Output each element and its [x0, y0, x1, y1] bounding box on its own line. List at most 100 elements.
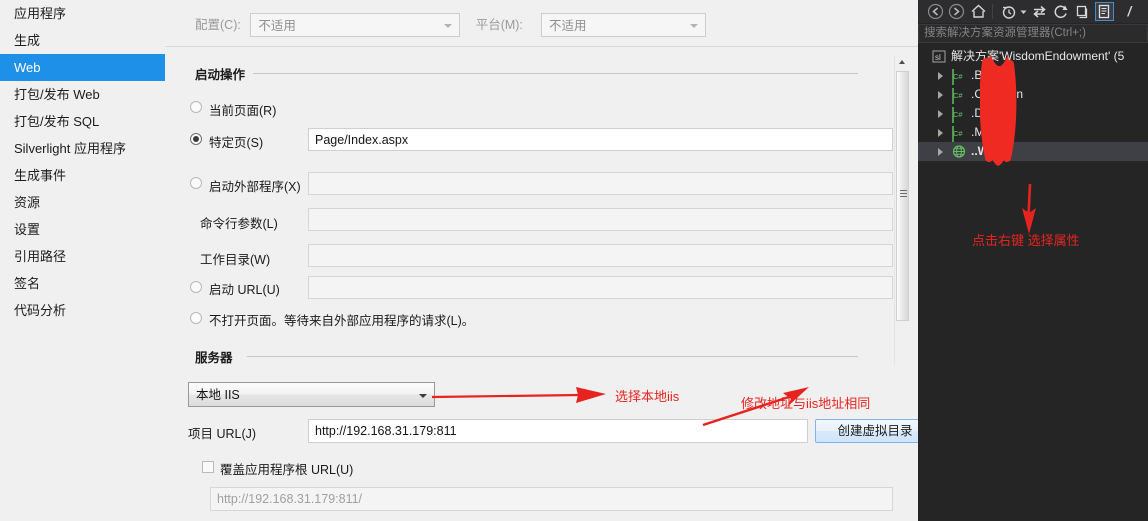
annotation-modify-address: 修改地址与iis地址相同 — [741, 396, 871, 411]
tree-node-web-label: ..Web — [971, 144, 1003, 158]
tree-node-web[interactable]: ..Web — [918, 142, 1148, 161]
specific-page-input[interactable]: Page/Index.aspx — [308, 128, 893, 151]
csharp-project-icon — [952, 125, 967, 142]
tree-node-model[interactable]: .Model — [918, 123, 1148, 142]
server-group-header: 服务器 — [195, 347, 894, 366]
sidebar-item-silverlight[interactable]: Silverlight 应用程序 — [0, 135, 165, 162]
platform-combobox[interactable]: 不适用 — [541, 13, 707, 37]
radio-dont-open-page-label: 不打开页面。等待来自外部应用程序的请求(L)。 — [209, 314, 475, 328]
solution-explorer-panel: 搜索解决方案资源管理器(Ctrl+;) sl 解决方案'WisdomEndowm… — [918, 0, 1148, 521]
radio-specific-page-label: 特定页(S) — [209, 136, 264, 150]
chevron-down-icon — [444, 24, 453, 28]
vertical-scrollbar[interactable] — [894, 55, 910, 365]
collapse-all-icon[interactable] — [1074, 3, 1091, 20]
home-icon[interactable] — [970, 3, 987, 20]
csharp-project-icon — [952, 87, 967, 104]
sidebar-item-build[interactable]: 生成 — [0, 27, 165, 54]
properties-icon[interactable] — [1095, 2, 1114, 21]
sidebar-item-reference-paths[interactable]: 引用路径 — [0, 243, 165, 270]
show-all-files-icon[interactable] — [1123, 3, 1140, 20]
configuration-value: 不适用 — [258, 19, 296, 33]
radio-external-program-label: 启动外部程序(X) — [209, 180, 301, 194]
create-virtual-directory-button[interactable]: 创建虚拟目录 — [815, 419, 935, 443]
annotation-select-local-iis: 选择本地iis — [615, 389, 680, 404]
sidebar-item-web[interactable]: Web — [0, 54, 174, 81]
chevron-right-icon[interactable] — [938, 110, 943, 118]
divider — [165, 46, 918, 47]
sidebar-item-signing[interactable]: 签名 — [0, 270, 165, 297]
back-icon[interactable] — [927, 3, 944, 20]
project-url-label: 项目 URL(J) — [188, 427, 257, 441]
annotation-arrow-select-iis — [431, 387, 606, 403]
radio-specific-page[interactable] — [190, 133, 202, 145]
server-title: 服务器 — [195, 347, 241, 366]
chevron-right-icon[interactable] — [938, 148, 943, 156]
sidebar-item-build-events[interactable]: 生成事件 — [0, 162, 165, 189]
working-directory-input[interactable] — [308, 244, 893, 267]
chevron-down-icon — [690, 24, 699, 28]
csharp-project-icon — [952, 68, 967, 85]
tree-node-dal-label: .DAL — [971, 106, 998, 120]
platform-label: 平台(M): — [475, 18, 523, 32]
tree-node-common-label: .Common — [971, 87, 1024, 101]
external-program-input[interactable] — [308, 172, 893, 195]
server-type-value: 本地 IIS — [196, 388, 240, 402]
solution-icon: sl — [932, 49, 947, 64]
command-line-args-input[interactable] — [308, 208, 893, 231]
tree-node-common[interactable]: .Common — [918, 85, 1148, 104]
radio-dont-open-page[interactable] — [190, 312, 202, 324]
solution-explorer-search-input[interactable]: 搜索解决方案资源管理器(Ctrl+;) — [918, 24, 1148, 43]
forward-icon[interactable] — [948, 3, 965, 20]
sidebar-item-package-web[interactable]: 打包/发布 Web — [0, 81, 165, 108]
svg-text:sl: sl — [935, 53, 941, 62]
chevron-down-icon — [419, 394, 427, 398]
tree-node-model-label: .Model — [971, 125, 1008, 139]
radio-start-url[interactable] — [190, 281, 202, 293]
solution-explorer-toolbar — [918, 0, 1148, 23]
web-properties-panel: 配置(C): 不适用 平台(M): 不适用 启动操作 当前页面(R) 特定页(S… — [165, 0, 935, 521]
search-placeholder: 搜索解决方案资源管理器(Ctrl+;) — [924, 27, 1086, 39]
tree-node-solution[interactable]: sl 解决方案'WisdomEndowment' (5 — [918, 47, 1148, 66]
override-app-root-url-label: 覆盖应用程序根 URL(U) — [220, 463, 354, 477]
refresh-icon[interactable] — [1052, 3, 1069, 20]
tree-node-dal[interactable]: .DAL — [918, 104, 1148, 123]
platform-value: 不适用 — [549, 19, 587, 33]
override-app-root-url-input[interactable]: http://192.168.31.179:811/ — [210, 487, 893, 511]
chevron-right-icon[interactable] — [938, 72, 943, 80]
sidebar-item-resources[interactable]: 资源 — [0, 189, 165, 216]
specific-page-value: Page/Index.aspx — [315, 133, 409, 147]
web-project-icon — [952, 144, 967, 159]
configuration-combobox[interactable]: 不适用 — [250, 13, 461, 37]
configuration-label: 配置(C): — [195, 18, 241, 32]
chevron-right-icon[interactable] — [938, 91, 943, 99]
tree-node-bll-label: .BLL — [971, 68, 996, 82]
scrollbar-grip-icon — [900, 190, 907, 197]
scrollbar-thumb[interactable] — [896, 71, 909, 321]
project-url-input[interactable]: http://192.168.31.179:811 — [308, 419, 808, 443]
sidebar-item-settings[interactable]: 设置 — [0, 216, 165, 243]
tree-node-solution-label: 解决方案'WisdomEndowment' (5 — [951, 49, 1125, 63]
sidebar-item-code-analysis[interactable]: 代码分析 — [0, 297, 165, 324]
start-url-input[interactable] — [308, 276, 893, 299]
start-action-title: 启动操作 — [195, 64, 254, 83]
start-action-group-header: 启动操作 — [195, 64, 894, 83]
pending-changes-icon[interactable] — [1000, 3, 1017, 20]
sync-with-active-document-icon[interactable] — [1031, 3, 1048, 20]
app-window: 应用程序 生成 Web 打包/发布 Web 打包/发布 SQL Silverli… — [0, 0, 1148, 521]
scroll-up-arrow-icon[interactable] — [895, 55, 910, 69]
annotation-arrow-right-click — [1022, 183, 1036, 234]
sidebar-item-application[interactable]: 应用程序 — [0, 0, 165, 27]
radio-start-url-label: 启动 URL(U) — [209, 283, 280, 297]
radio-external-program[interactable] — [190, 177, 202, 189]
override-app-root-url-checkbox[interactable] — [202, 461, 214, 473]
csharp-project-icon — [952, 106, 967, 123]
chevron-right-icon[interactable] — [938, 129, 943, 137]
tree-node-bll[interactable]: .BLL — [918, 66, 1148, 85]
solution-tree: sl 解决方案'WisdomEndowment' (5 .BLL .Common… — [918, 47, 1148, 161]
radio-current-page[interactable] — [190, 101, 202, 113]
configuration-bar: 配置(C): 不适用 平台(M): 不适用 — [195, 12, 707, 38]
sidebar-item-package-sql[interactable]: 打包/发布 SQL — [0, 108, 165, 135]
server-type-combobox[interactable]: 本地 IIS — [188, 382, 435, 407]
working-directory-label: 工作目录(W) — [200, 253, 271, 267]
chevron-down-icon[interactable] — [1019, 3, 1028, 20]
